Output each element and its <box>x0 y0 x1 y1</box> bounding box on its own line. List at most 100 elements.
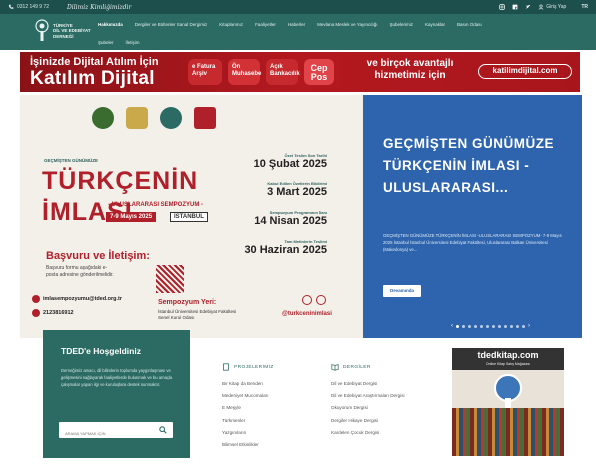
nav-item-mevlana[interactable]: Mevlana Meslek ve Yayıncılığı <box>317 22 377 27</box>
slider-dot[interactable] <box>492 324 495 328</box>
banner-line1: İşinizde Dijital Atılım İçin <box>30 56 159 68</box>
logo-text: TÜRKİYE DİL VE EDEBİYAT DERNEĞİ <box>53 23 91 40</box>
prev-slide-icon[interactable]: ‹ <box>451 323 453 329</box>
journals-list: DERGİLER Dil ve Edebiyat Dergisi Dil ve … <box>331 363 405 442</box>
nav-item-about[interactable]: Hakkımızda <box>98 22 123 27</box>
journals-heading: DERGİLER <box>331 363 405 371</box>
poster-handle: @turkceninimlasi <box>282 311 332 317</box>
nav-item-news[interactable]: Haberler <box>288 22 305 27</box>
project-item[interactable]: Türkmenler <box>222 418 274 423</box>
facebook-icon[interactable] <box>512 4 518 10</box>
x-icon <box>316 295 326 305</box>
nav-item-activities[interactable]: Faaliyetler <box>255 22 276 27</box>
journal-item[interactable]: Okuyorum Dergisi <box>331 405 405 410</box>
nav-item-branches[interactable]: Şubelerimiz <box>389 22 413 27</box>
document-icon <box>223 363 229 371</box>
banner-pill-ceppos: Cep Pos <box>304 59 334 85</box>
poster-phone: 2123816912 <box>32 309 74 317</box>
slider-dot[interactable] <box>462 324 465 328</box>
projects-heading-label: PROJELERİMİZ <box>234 364 274 370</box>
welcome-text: Derneğimiz amacı, dil bilimlerin toplumd… <box>61 368 173 387</box>
tdedkitap-title: tdedkitap.com <box>452 348 564 370</box>
phone-icon <box>8 4 14 9</box>
slider-dot[interactable] <box>486 324 489 328</box>
project-item[interactable]: E Meşyle <box>222 405 274 410</box>
top-bar: 0312 149 9 72 Dilimiz Kimliğimizdir Giri… <box>0 0 596 14</box>
language-switch[interactable]: TR <box>581 4 588 10</box>
projects-list: PROJELERİMİZ Bir Kitap da Benden Medeniy… <box>222 363 274 454</box>
user-icon <box>538 4 544 10</box>
slogan: Dilimiz Kimliğimizdir <box>66 3 132 11</box>
poster-tag: GEÇMİŞTEN GÜNÜMÜZE <box>44 158 98 163</box>
slider-dot[interactable] <box>456 324 459 328</box>
phone-icon <box>32 309 40 317</box>
instagram-icon[interactable] <box>499 4 505 10</box>
bookshelf-image <box>452 408 564 456</box>
slider-dot[interactable] <box>474 324 477 328</box>
deadline-value: 3 Mart 2025 <box>267 186 327 198</box>
logo-line: DİL VE EDEBİYAT <box>53 28 91 34</box>
nav-item-sources[interactable]: Kaynaklar <box>425 22 445 27</box>
banner-pill-efatura: e Fatura Arşiv <box>188 59 222 85</box>
poster-email: imlasempozyumu@tded.org.tr <box>32 295 122 303</box>
deadline-value: 10 Şubat 2025 <box>253 158 327 170</box>
ibu-logo-icon <box>194 107 216 129</box>
journals-heading-label: DERGİLER <box>343 364 371 370</box>
read-more-button[interactable]: Devamında <box>383 285 421 297</box>
banner-tagline: ve birçok avantajlı hizmetimiz için <box>366 58 454 81</box>
slider-dot[interactable] <box>498 324 501 328</box>
banner-pill-muhasebe: Ön Muhasebe <box>228 59 261 85</box>
anniversary-50-icon <box>126 107 148 129</box>
nav-item-subeler[interactable]: Şubeler <box>98 40 114 45</box>
search-icon[interactable] <box>159 426 167 434</box>
journal-item[interactable]: Kardelen Çocuk Dergisi <box>331 430 405 435</box>
phone-link[interactable]: 0312 149 9 72 <box>8 4 49 10</box>
journal-item[interactable]: Dil ve Edebiyat Dergisi <box>331 381 405 386</box>
logo-line: DERNEĞİ <box>53 33 74 39</box>
twitter-icon[interactable] <box>525 4 531 10</box>
poster-venue-text: İstanbul Üniversitesi Edebiyat Fakültesi… <box>158 309 237 320</box>
hero-description: GEÇMİŞTEN GÜNÜMÜZE TÜRKÇENİN İMLASI -ULU… <box>383 233 562 252</box>
journal-item[interactable]: Dil ve Edebiyat Araştırmaları Dergisi <box>331 393 405 398</box>
tded-logo-icon <box>35 19 49 41</box>
slider-dot[interactable] <box>480 324 483 328</box>
poster-apply-title: Başvuru ve İletişim: <box>46 250 150 262</box>
project-item[interactable]: Bilimsel Etkinlikler <box>222 442 274 447</box>
deadline-4: Tam Metinlerin Teslimi 30 Haziran 2025 <box>244 239 327 256</box>
login-link[interactable]: Giriş Yap <box>538 4 566 10</box>
tdedkitap-subtitle: Online Kitap Satış Mağazası <box>485 362 531 366</box>
ad-banner-katilim-dijital[interactable]: İşinizde Dijital Atılım İçin Katılım Dij… <box>20 52 580 92</box>
deadline-3: Sempozyum Programının İlanı 14 Nisan 202… <box>254 210 327 227</box>
poster-title-line1: TÜRKÇENİN <box>42 167 199 195</box>
banner-pill-banking: Açık Bankacılık <box>266 59 300 85</box>
nav-item-contact[interactable]: İletişim <box>126 40 140 45</box>
university-seal-icon <box>92 107 114 129</box>
poster-subtitle: - ULUSLARARASI SEMPOZYUM - <box>108 202 203 208</box>
poster-apply-text: Başvuru formu aşağıdaki e-posta adresine… <box>46 265 114 278</box>
poster-dates: 7-9 Mayıs 2025 <box>106 212 157 222</box>
search-input[interactable] <box>59 425 149 442</box>
projects-heading: PROJELERİMİZ <box>222 363 274 371</box>
tdedkitap-ad[interactable]: tdedkitap.com Online Kitap Satış Mağazas… <box>452 348 564 456</box>
email-icon <box>32 295 40 303</box>
banner-url-button[interactable]: katilimdijital.com <box>478 64 572 79</box>
nav-item-books[interactable]: Kitaplarımız <box>219 22 243 27</box>
project-item[interactable]: Medeniyet Mucomaları <box>222 393 274 398</box>
project-item[interactable]: Bir Kitap da Benden <box>222 381 274 386</box>
next-slide-icon[interactable]: › <box>528 323 530 329</box>
nav-item-journals[interactable]: Dergiler ve Bültenler Sanal Dergimiz <box>135 22 208 27</box>
poster-social <box>302 295 326 305</box>
slide-poster[interactable]: GEÇMİŞTEN GÜNÜMÜZE TÜRKÇENİN İMLASI - UL… <box>20 95 363 338</box>
slider-dot[interactable] <box>468 324 471 328</box>
slider-dot[interactable] <box>510 324 513 328</box>
login-label: Giriş Yap <box>546 4 567 10</box>
project-item[interactable]: Yazgınıların <box>222 430 274 435</box>
journal-item[interactable]: Dergiler Hikaye Dergisi <box>331 418 405 423</box>
slider-dot[interactable] <box>516 324 519 328</box>
nav-item-press[interactable]: Basın Odası <box>457 22 482 27</box>
slider-dot[interactable] <box>522 324 525 328</box>
poster-email-text: imlasempozyumu@tded.org.tr <box>43 296 123 302</box>
poster-phone-text: 2123816912 <box>43 310 74 316</box>
site-logo[interactable]: TÜRKİYE DİL VE EDEBİYAT DERNEĞİ <box>34 19 91 43</box>
slider-dot[interactable] <box>504 324 507 328</box>
